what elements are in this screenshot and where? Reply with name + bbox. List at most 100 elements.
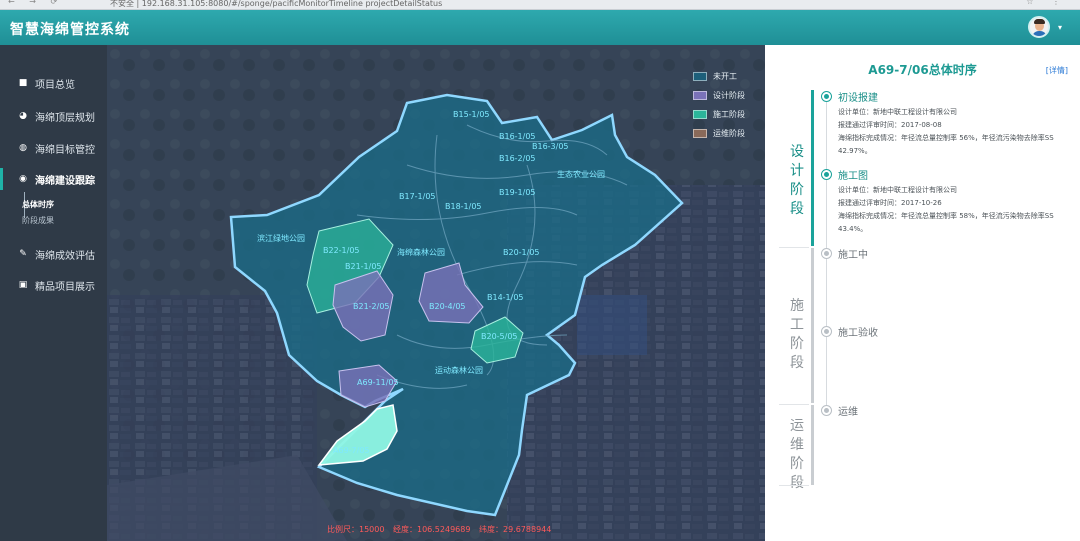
sidebar-item-label: 海绵目标管控	[35, 144, 95, 156]
map-view[interactable]: B15-1/05 B16-1/05 B16-3/05 B16-2/05 生态农业…	[107, 45, 765, 541]
event-details-construction-drawing: 设计单位：新地中联工程设计有限公司 报建通过评审时间：2017-10-26 海绵…	[838, 184, 1068, 236]
stage-char: 阶	[790, 456, 804, 472]
label-sports-forest-park: 运动森林公园	[435, 365, 483, 375]
legend-swatch	[693, 110, 707, 119]
avatar-hair-icon	[1034, 19, 1045, 24]
event-indicator-status: 海绵指标完成情况：年径流总量控制率 58%，年径流污染物去除率SS 43.4%。	[838, 212, 1054, 233]
label-b20-4: B20-4/05	[429, 302, 466, 311]
sidebar-item-label: 海绵建设跟踪	[35, 175, 95, 187]
label-riverside-park: 滨江绿地公园	[257, 233, 305, 243]
map-scale: 比例尺：15000	[327, 525, 385, 534]
event-design-unit: 设计单位：新地中联工程设计有限公司	[838, 108, 957, 116]
legend-label: 未开工	[713, 72, 737, 81]
browser-bar: ← → ⟳ 不安全 | 192.168.31.105:8080/#/sponge…	[0, 0, 1080, 10]
timeline-panel: A69-7/06总体时序 [详情] 设 计 阶 段 施 工 阶 段 运 维 阶 …	[765, 45, 1080, 541]
label-b16-2: B16-2/05	[499, 154, 536, 163]
sidebar-item-label: 项目总览	[35, 79, 75, 91]
legend-item-operation[interactable]: 运维阶段	[693, 124, 745, 143]
stage-char: 工	[790, 317, 804, 333]
label-a69-11: A69-11/05	[357, 378, 399, 387]
browser-tools[interactable]: ☆ ⋮	[1026, 0, 1068, 6]
event-title-construction-drawing: 施工图	[838, 171, 868, 182]
legend-swatch	[693, 129, 707, 138]
label-b22-1: B22-1/05	[323, 246, 360, 255]
event-indicator-status: 海绵指标完成情况：年径流总量控制率 56%，年径流污染物去除率SS 42.97%…	[838, 134, 1054, 155]
monitor-icon: ▣	[18, 280, 28, 290]
sidebar: ■ 项目总览 ◕ 海绵顶层规划 ◍ 海绵目标管控 ◉ 海绵建设跟踪 总体时序 阶…	[0, 45, 107, 541]
legend-item-not-started[interactable]: 未开工	[693, 67, 745, 86]
sidebar-item-label: 海绵顶层规划	[35, 112, 95, 124]
legend-swatch	[693, 91, 707, 100]
timeline-node-operation[interactable]	[821, 405, 832, 416]
stage-divider	[779, 247, 809, 248]
sidebar-item-showcase[interactable]: ▣ 精品项目展示	[0, 274, 107, 296]
legend-label: 施工阶段	[713, 110, 745, 119]
event-title-operation: 运维	[838, 407, 858, 418]
sidebar-item-target-control[interactable]: ◍ 海绵目标管控	[0, 137, 107, 159]
timeline-node-under-construction[interactable]	[821, 248, 832, 259]
grid-icon: ■	[18, 78, 28, 88]
stage-label-design: 设 计 阶 段	[783, 143, 811, 219]
address-bar[interactable]: 不安全 | 192.168.31.105:8080/#/sponge/pacif…	[110, 0, 442, 9]
sidebar-item-overview[interactable]: ■ 项目总览	[0, 72, 107, 94]
sidebar-item-label: 海绵成效评估	[35, 250, 95, 262]
map-longitude: 经度：106.5249689	[393, 525, 471, 534]
event-review-date: 报建通过评审时间：2017-08-08	[838, 121, 942, 129]
subnav-item-stage-results[interactable]: 阶段成果	[0, 215, 54, 226]
stage-char: 运	[790, 418, 804, 434]
sidebar-item-label: 精品项目展示	[35, 281, 95, 293]
legend-swatch	[693, 72, 707, 81]
event-design-unit: 设计单位：新地中联工程设计有限公司	[838, 186, 957, 194]
stage-bar-construction	[811, 248, 814, 403]
label-b21-1: B21-1/05	[345, 262, 382, 271]
edit-icon: ✎	[19, 249, 27, 259]
eye-icon: ◉	[19, 174, 27, 184]
detail-link[interactable]: [详情]	[1046, 65, 1068, 76]
user-avatar[interactable]	[1028, 16, 1050, 38]
browser-nav-buttons[interactable]: ← → ⟳	[8, 0, 63, 6]
stage-char: 计	[790, 163, 804, 179]
stage-char: 阶	[790, 336, 804, 352]
avatar-body-icon	[1032, 31, 1047, 36]
legend-item-construction[interactable]: 施工阶段	[693, 105, 745, 124]
globe-icon: ◍	[19, 143, 27, 153]
label-a69-7: A69-7/05	[333, 446, 370, 455]
stage-label-construction: 施 工 阶 段	[783, 297, 811, 373]
label-b15-1: B15-1/05	[453, 110, 490, 119]
timeline-node-construction-drawing[interactable]	[821, 169, 832, 180]
timeline-node-initial-design[interactable]	[821, 91, 832, 102]
label-b20-5: B20-5/05	[481, 332, 518, 341]
label-sponge-forest-park: 海绵森林公园	[397, 247, 445, 257]
stage-divider	[779, 404, 809, 405]
sidebar-item-construction-tracking[interactable]: ◉ 海绵建设跟踪	[0, 168, 107, 190]
legend-label: 运维阶段	[713, 129, 745, 138]
event-title-construction-acceptance: 施工验收	[838, 328, 878, 339]
label-b16-3: B16-3/05	[532, 142, 569, 151]
subnav-item-overall-timeline[interactable]: 总体时序	[0, 199, 54, 210]
stage-label-operation: 运 维 阶 段	[783, 417, 811, 493]
map-coordinates: 比例尺：15000 经度：106.5249689 纬度：29.6788944	[327, 524, 557, 535]
label-b21-2: B21-2/05	[353, 302, 390, 311]
detail-link-label: 详情	[1048, 66, 1065, 75]
pie-chart-icon: ◕	[19, 111, 27, 121]
event-details-initial-design: 设计单位：新地中联工程设计有限公司 报建通过评审时间：2017-08-08 海绵…	[838, 106, 1068, 158]
label-b18-1: B18-1/05	[445, 202, 482, 211]
panel-title: A69-7/06总体时序	[868, 63, 977, 77]
map-latitude: 纬度：29.6788944	[479, 525, 552, 534]
sidebar-item-effect-evaluation[interactable]: ✎ 海绵成效评估	[0, 243, 107, 265]
stage-char: 设	[790, 144, 804, 160]
label-b14-1: B14-1/05	[487, 293, 524, 302]
event-title-initial-design: 初设报建	[838, 93, 878, 104]
label-b19-1: B19-1/05	[499, 188, 536, 197]
timeline-node-construction-acceptance[interactable]	[821, 326, 832, 337]
user-menu-caret-icon[interactable]: ▾	[1058, 23, 1062, 32]
stage-bar-operation	[811, 405, 814, 485]
event-title-under-construction: 施工中	[838, 250, 868, 261]
stage-char: 阶	[790, 182, 804, 198]
stage-char: 段	[790, 475, 804, 491]
map-legend: 未开工 设计阶段 施工阶段 运维阶段	[693, 67, 745, 143]
sidebar-item-planning[interactable]: ◕ 海绵顶层规划	[0, 105, 107, 127]
legend-label: 设计阶段	[713, 91, 745, 100]
app-header: 智慧海绵管控系统 ▾	[0, 10, 1080, 45]
legend-item-design[interactable]: 设计阶段	[693, 86, 745, 105]
